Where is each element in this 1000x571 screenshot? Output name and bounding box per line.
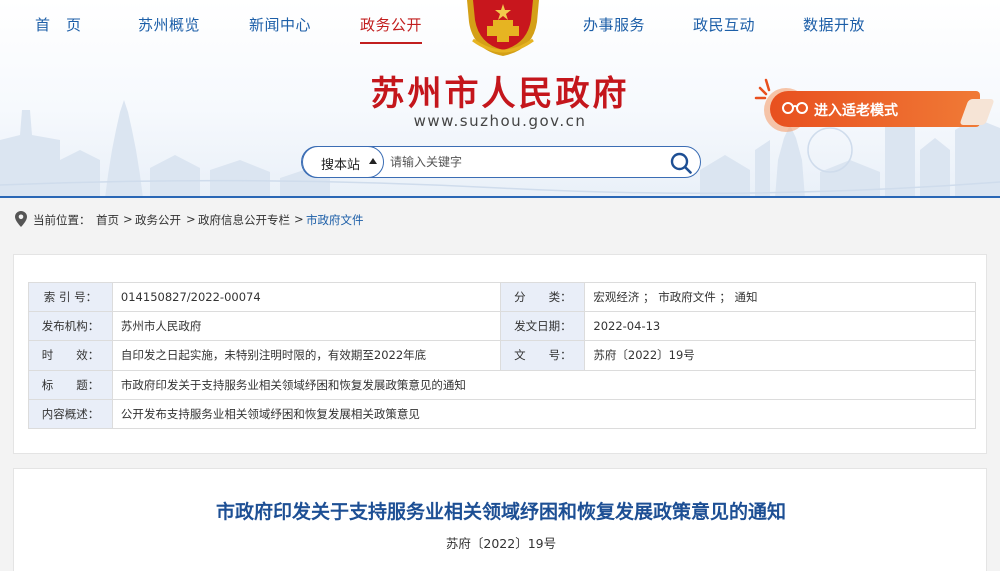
location-pin-icon (15, 211, 27, 227)
nav-services[interactable]: 办事服务 (583, 14, 645, 38)
doc-number-key: 文 号： (500, 340, 586, 371)
validity-value: 自印发之日起实施，未特别注明时限的，有效期至2022年底 (111, 340, 502, 371)
breadcrumb-current[interactable]: 市政府文件 (306, 212, 364, 228)
index-number-value: 014150827/2022-00074 (111, 281, 502, 313)
publisher-key: 发布机构： (28, 311, 113, 342)
search-icon[interactable] (670, 152, 692, 174)
search-scope-select[interactable]: 搜本站 (302, 146, 384, 178)
nav-news[interactable]: 新闻中心 (249, 14, 311, 38)
national-emblem-icon (467, 0, 539, 56)
table-row: 时 效： 自印发之日起实施，未特别注明时限的，有效期至2022年底 文 号： 苏… (28, 340, 976, 371)
nav-overview[interactable]: 苏州概览 (138, 14, 200, 38)
document-info-table: 索 引 号： 014150827/2022-00074 分 类： 宏观经济 ； … (28, 281, 977, 430)
elder-mode-label: 进入适老模式 (814, 103, 898, 119)
nav-open-data[interactable]: 数据开放 (803, 14, 865, 38)
category-value: 宏观经济 ； 市政府文件 ； 通知 (584, 281, 976, 313)
header-divider (0, 196, 1000, 198)
elder-mode-button[interactable]: 进入适老模式 (752, 74, 992, 138)
title-value: 市政府印发关于支持服务业相关领域纾困和恢复发展政策意见的通知 (111, 369, 977, 400)
breadcrumb-separator: > (294, 212, 304, 226)
document-title: 市政府印发关于支持服务业相关领域纾困和恢复发展政策意见的通知 (215, 501, 786, 523)
breadcrumb-separator: > (123, 212, 133, 226)
glasses-icon (782, 102, 808, 114)
index-number-key: 索 引 号： (28, 281, 113, 313)
issue-date-value: 2022-04-13 (584, 311, 976, 342)
table-row: 标 题： 市政府印发关于支持服务业相关领域纾困和恢复发展政策意见的通知 (28, 369, 977, 400)
summary-value: 公开发布支持服务业相关领域纾困和恢复发展相关政策意见 (111, 398, 977, 430)
table-row: 索 引 号： 014150827/2022-00074 分 类： 宏观经济 ； … (28, 281, 976, 313)
doc-number-value: 苏府〔2022〕19号 (584, 340, 976, 371)
search-scope-label: 搜本站 (321, 158, 361, 173)
nav-interaction[interactable]: 政民互动 (693, 14, 755, 38)
nav-home[interactable]: 首 页 (35, 14, 82, 38)
breadcrumb-separator: > (186, 212, 196, 226)
breadcrumb: 当前位置： 首页 > 政务公开 > 政府信息公开专栏 > 市政府文件 (0, 199, 1000, 239)
breadcrumb-gov-affairs[interactable]: 政务公开 (135, 212, 181, 228)
category-key: 分 类： (500, 281, 586, 313)
breadcrumb-home[interactable]: 首页 (96, 212, 119, 228)
breadcrumb-info-column[interactable]: 政府信息公开专栏 (198, 212, 290, 228)
caret-up-icon (369, 158, 377, 164)
breadcrumb-label: 当前位置： (33, 213, 91, 227)
table-row: 内容概述： 公开发布支持服务业相关领域纾困和恢复发展相关政策意见 (28, 398, 977, 430)
title-key: 标 题： (28, 369, 113, 400)
document-number: 苏府〔2022〕19号 (445, 536, 557, 551)
validity-key: 时 效： (28, 340, 113, 371)
nav-gov-affairs[interactable]: 政务公开 (360, 14, 423, 44)
table-row: 发布机构： 苏州市人民政府 发文日期： 2022-04-13 (28, 311, 976, 342)
site-header: 首 页 苏州概览 新闻中心 政务公开 办事服务 政民互动 数据开放 苏州市人民政… (0, 0, 1000, 198)
publisher-value: 苏州市人民政府 (111, 311, 502, 342)
search-bar: 搜本站 (301, 146, 701, 178)
issue-date-key: 发文日期： (500, 311, 586, 342)
document-content-panel: 市政府印发关于支持服务业相关领域纾困和恢复发展政策意见的通知 苏府〔2022〕1… (13, 468, 987, 571)
search-input[interactable] (390, 152, 660, 172)
summary-key: 内容概述： (28, 398, 113, 430)
document-info-panel: 索 引 号： 014150827/2022-00074 分 类： 宏观经济 ； … (13, 254, 987, 454)
